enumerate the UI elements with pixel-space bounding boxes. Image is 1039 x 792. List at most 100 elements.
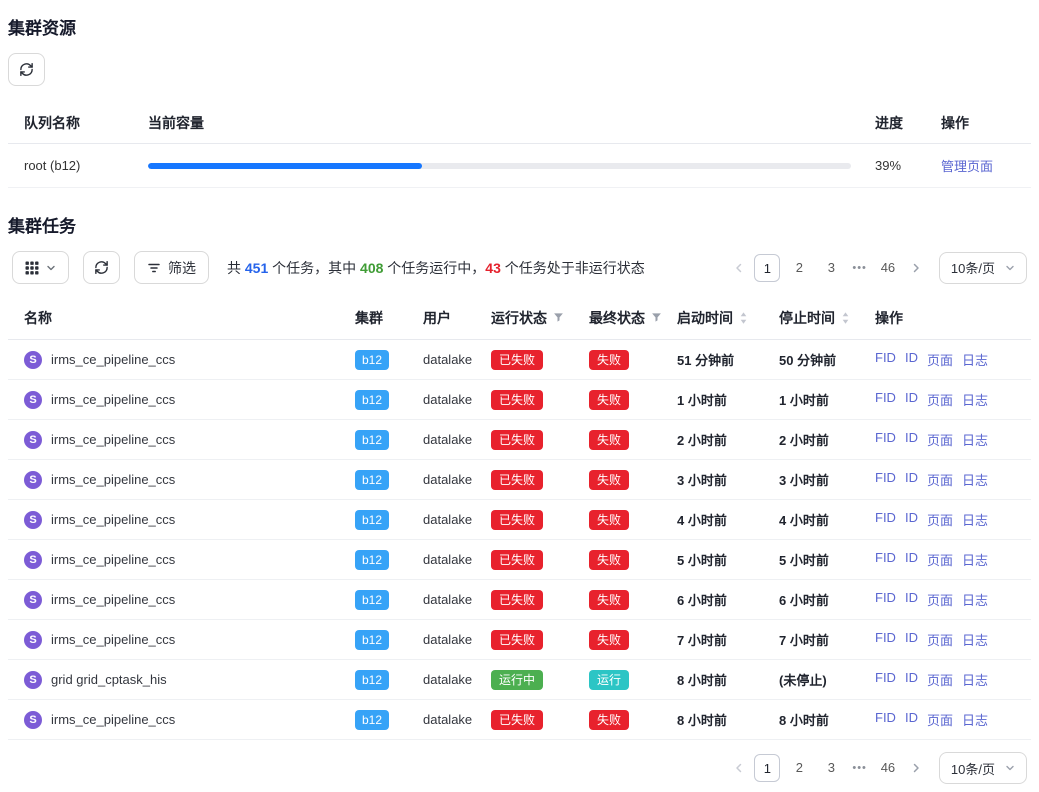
log-link[interactable]: 日志	[962, 710, 988, 729]
id-link[interactable]: ID	[905, 510, 918, 529]
next-page-button[interactable]	[907, 262, 925, 274]
fid-link[interactable]: FID	[875, 590, 896, 609]
prev-page-button[interactable]	[730, 762, 748, 774]
cluster-tag: b12	[355, 470, 389, 490]
page-link[interactable]: 页面	[927, 590, 953, 609]
log-link[interactable]: 日志	[962, 510, 988, 529]
task-name: irms_ce_pipeline_ccs	[51, 592, 175, 607]
final-status-badge: 失败	[589, 630, 629, 650]
id-link[interactable]: ID	[905, 670, 918, 689]
fid-link[interactable]: FID	[875, 670, 896, 689]
filter-funnel-icon[interactable]	[651, 312, 662, 323]
task-name: irms_ce_pipeline_ccs	[51, 472, 175, 487]
chevron-down-icon	[46, 263, 56, 273]
page-button-1[interactable]: 1	[754, 754, 780, 782]
page-link[interactable]: 页面	[927, 430, 953, 449]
page-button-2[interactable]: 2	[786, 754, 812, 782]
sort-icon[interactable]	[739, 311, 748, 325]
log-link[interactable]: 日志	[962, 670, 988, 689]
page-link[interactable]: 页面	[927, 710, 953, 729]
fid-link[interactable]: FID	[875, 430, 896, 449]
id-link[interactable]: ID	[905, 430, 918, 449]
page-button-3[interactable]: 3	[818, 254, 844, 282]
task-name: irms_ce_pipeline_ccs	[51, 712, 175, 727]
log-link[interactable]: 日志	[962, 430, 988, 449]
page-ellipsis[interactable]: •••	[850, 762, 869, 774]
user-name: datalake	[423, 712, 472, 727]
sort-icon[interactable]	[841, 311, 850, 325]
page-button-last[interactable]: 46	[875, 754, 901, 782]
log-link[interactable]: 日志	[962, 550, 988, 569]
page-link[interactable]: 页面	[927, 630, 953, 649]
task-name: irms_ce_pipeline_ccs	[51, 432, 175, 447]
final-status-badge: 失败	[589, 710, 629, 730]
page-size-select[interactable]: 10条/页	[939, 752, 1027, 784]
id-link[interactable]: ID	[905, 470, 918, 489]
final-status-badge: 失败	[589, 590, 629, 610]
start-time: 6 小时前	[677, 593, 727, 608]
table-row: S irms_ce_pipeline_ccs b12 datalake 已失败 …	[8, 540, 1031, 580]
header-user: 用户	[423, 308, 451, 328]
table-row: S irms_ce_pipeline_ccs b12 datalake 已失败 …	[8, 700, 1031, 740]
resources-refresh-button[interactable]	[8, 53, 45, 86]
user-name: datalake	[423, 512, 472, 527]
page-size-select[interactable]: 10条/页	[939, 252, 1027, 284]
tasks-table-header: 名称 集群 用户 运行状态 最终状态 启动时间	[8, 296, 1031, 340]
fid-link[interactable]: FID	[875, 510, 896, 529]
id-link[interactable]: ID	[905, 350, 918, 369]
fid-link[interactable]: FID	[875, 390, 896, 409]
fid-link[interactable]: FID	[875, 710, 896, 729]
page-button-3[interactable]: 3	[818, 754, 844, 782]
log-link[interactable]: 日志	[962, 390, 988, 409]
page-link[interactable]: 页面	[927, 470, 953, 489]
header-current-capacity: 当前容量	[148, 113, 875, 133]
page-link[interactable]: 页面	[927, 510, 953, 529]
id-link[interactable]: ID	[905, 630, 918, 649]
page-button-last[interactable]: 46	[875, 254, 901, 282]
fid-link[interactable]: FID	[875, 550, 896, 569]
column-layout-button[interactable]	[12, 251, 69, 284]
log-link[interactable]: 日志	[962, 470, 988, 489]
next-page-button[interactable]	[907, 762, 925, 774]
page-link[interactable]: 页面	[927, 350, 953, 369]
id-link[interactable]: ID	[905, 550, 918, 569]
log-link[interactable]: 日志	[962, 590, 988, 609]
id-link[interactable]: ID	[905, 710, 918, 729]
spark-app-icon: S	[24, 431, 42, 449]
fid-link[interactable]: FID	[875, 470, 896, 489]
chevron-down-icon	[1005, 763, 1015, 773]
tasks-toolbar: 筛选 共 451 个任务，其中 408 个任务运行中，43 个任务处于非运行状态…	[12, 251, 1027, 284]
final-status-badge: 失败	[589, 430, 629, 450]
id-link[interactable]: ID	[905, 390, 918, 409]
log-link[interactable]: 日志	[962, 630, 988, 649]
spark-app-icon: S	[24, 671, 42, 689]
page-size-value: 10条/页	[951, 258, 995, 277]
page-link[interactable]: 页面	[927, 550, 953, 569]
tasks-refresh-button[interactable]	[83, 251, 120, 284]
header-queue-name: 队列名称	[24, 113, 148, 133]
stop-time: 7 小时前	[779, 633, 829, 648]
log-link[interactable]: 日志	[962, 350, 988, 369]
manage-page-link[interactable]: 管理页面	[941, 159, 993, 174]
filter-button-label: 筛选	[168, 258, 196, 278]
fid-link[interactable]: FID	[875, 350, 896, 369]
page-link[interactable]: 页面	[927, 390, 953, 409]
page-button-2[interactable]: 2	[786, 254, 812, 282]
tasks-table-body: S irms_ce_pipeline_ccs b12 datalake 已失败 …	[8, 340, 1031, 740]
table-row: S irms_ce_pipeline_ccs b12 datalake 已失败 …	[8, 580, 1031, 620]
page-ellipsis[interactable]: •••	[850, 262, 869, 274]
page-button-1[interactable]: 1	[754, 254, 780, 282]
capacity-progress-track	[148, 163, 851, 169]
prev-page-button[interactable]	[730, 262, 748, 274]
header-stop-time: 停止时间	[779, 308, 835, 328]
run-status-badge: 已失败	[491, 390, 543, 410]
filter-funnel-icon[interactable]	[553, 312, 564, 323]
page-link[interactable]: 页面	[927, 670, 953, 689]
filter-button[interactable]: 筛选	[134, 251, 209, 284]
cluster-tag: b12	[355, 350, 389, 370]
task-name: irms_ce_pipeline_ccs	[51, 552, 175, 567]
fid-link[interactable]: FID	[875, 630, 896, 649]
id-link[interactable]: ID	[905, 590, 918, 609]
resources-table-row: root (b12) 39% 管理页面	[8, 144, 1031, 188]
start-time: 1 小时前	[677, 393, 727, 408]
